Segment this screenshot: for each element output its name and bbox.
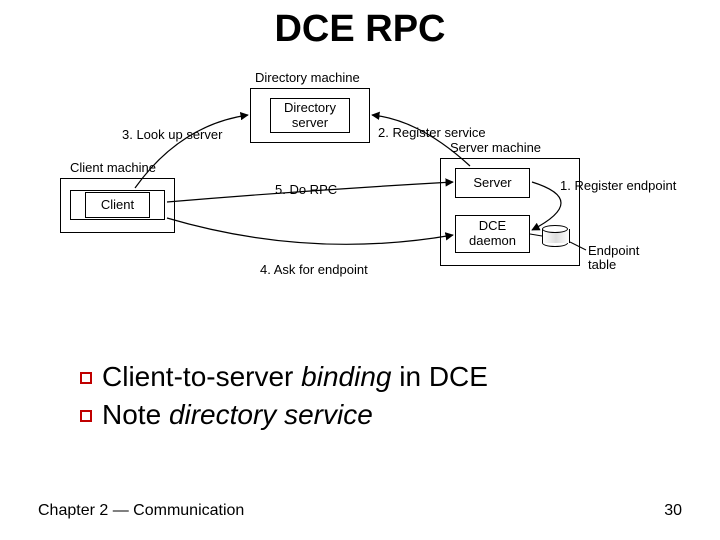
bullet-marker-icon [80,372,92,384]
slide-title: DCE RPC [0,8,720,51]
footer-page-number: 30 [664,502,682,520]
client-machine-label: Client machine [70,160,156,175]
step-4-label: 4. Ask for endpoint [260,262,368,277]
directory-server-box: Directory server [270,98,350,133]
footer-chapter: Chapter 2 — Communication [38,502,244,520]
bullet-item: Client-to-server binding in DCE [80,358,660,396]
bullet-list: Client-to-server binding in DCE Note dir… [80,358,660,434]
bullet-text-em: directory service [169,399,373,430]
bullet-marker-icon [80,410,92,422]
bullet-item: Note directory service [80,396,660,434]
server-box: Server [455,168,530,198]
server-machine-label: Server machine [450,140,541,155]
step-5-label: 5. Do RPC [275,182,337,197]
client-box: Client [85,192,150,218]
step-3-label: 3. Look up server [122,127,222,142]
dce-daemon-box: DCE daemon [455,215,530,253]
bullet-text-pre: Client-to-server [102,361,301,392]
bullet-text-post: in DCE [391,361,487,392]
bullet-text-em: binding [301,361,391,392]
bullet-text-pre: Note [102,399,169,430]
directory-machine-label: Directory machine [255,70,360,85]
endpoint-table-label: Endpoint table [588,244,639,273]
step-2-label: 2. Register service [378,125,486,140]
endpoint-table-icon [542,225,568,247]
dce-diagram: Directory machine Directory server Clien… [60,70,660,330]
step-1-label: 1. Register endpoint [560,178,676,193]
